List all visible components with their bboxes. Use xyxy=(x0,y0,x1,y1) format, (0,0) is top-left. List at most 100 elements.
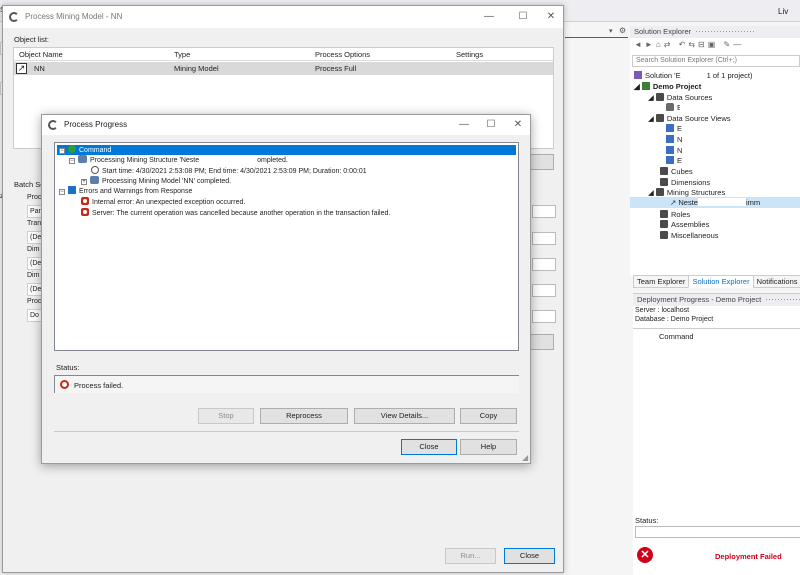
deployment-log[interactable]: Command xyxy=(633,328,800,516)
gear-icon[interactable]: ⚙ xyxy=(619,26,626,35)
batch-field-right[interactable] xyxy=(532,284,556,297)
progress-dialog-titlebar[interactable]: Process Progress — ☐ ✕ xyxy=(42,115,530,135)
show-all-icon[interactable]: ▣ xyxy=(708,40,719,49)
dropdown-icon[interactable]: ▾ xyxy=(609,27,613,35)
folder-icon xyxy=(660,178,668,186)
log-row-errors-header[interactable]: − Errors and Warnings from Response xyxy=(59,186,192,196)
close-button[interactable]: Close xyxy=(504,548,555,564)
batch-field-right[interactable] xyxy=(532,310,556,323)
process-failed-icon xyxy=(60,380,69,389)
dsv-icon xyxy=(666,146,674,154)
stop-button[interactable]: Stop xyxy=(198,408,254,424)
solution-search-input[interactable]: Search Solution Explorer (Ctrl+;) xyxy=(632,55,800,67)
column-object-name[interactable]: Object Name xyxy=(19,48,63,61)
clock-icon xyxy=(91,166,99,174)
redaction-block xyxy=(199,155,258,163)
tree-miscellaneous[interactable]: Miscellaneous xyxy=(660,230,719,241)
resize-grip-icon[interactable]: ◢ xyxy=(522,453,528,462)
tree-dsv-item-label: N xyxy=(677,146,683,155)
tree-mining-structures-label: Mining Structures xyxy=(666,188,726,197)
column-settings[interactable]: Settings xyxy=(456,48,483,61)
collapse-icon[interactable]: − xyxy=(59,148,65,154)
tab-solution-explorer[interactable]: Solution Explorer xyxy=(688,275,754,288)
log-row-error[interactable]: Internal error: An unexpected exception … xyxy=(81,197,245,207)
properties-icon[interactable]: ✎ xyxy=(724,40,734,49)
error-icon: ✕ xyxy=(637,547,653,563)
tab-team-explorer[interactable]: Team Explorer xyxy=(633,275,690,288)
batch-item: Dim xyxy=(27,246,40,253)
run-button[interactable]: Run... xyxy=(445,548,496,564)
reprocess-button[interactable]: Reprocess xyxy=(260,408,348,424)
tree-mining-structure-item[interactable]: ↗ Neste imm xyxy=(630,197,800,208)
error-icon xyxy=(81,208,89,216)
tree-dsv-item[interactable]: N xyxy=(666,134,682,145)
folder-icon xyxy=(655,188,664,196)
home-icon[interactable]: ⌂ xyxy=(656,40,664,49)
minimize-button[interactable]: — xyxy=(456,117,472,133)
dsv-icon xyxy=(666,124,674,132)
view-details-button[interactable]: View Details... xyxy=(354,408,455,424)
log-row-times[interactable]: Start time: 4/30/2021 2:53:08 PM; End ti… xyxy=(91,166,367,176)
tree-dsv-item[interactable]: E xyxy=(666,155,682,166)
change-settings-button[interactable] xyxy=(530,334,554,350)
tree-assemblies[interactable]: Assemblies xyxy=(660,219,709,230)
batch-field-right[interactable] xyxy=(532,205,556,218)
warnings-icon xyxy=(68,186,76,194)
solution-explorer-title: Solution Explorer xyxy=(630,26,800,38)
sync-icon[interactable]: ⇄ xyxy=(664,40,674,49)
minimize-button[interactable]: — xyxy=(481,9,497,25)
tree-mining-structure-suffix: imm xyxy=(745,198,761,207)
tree-miscellaneous-label: Miscellaneous xyxy=(671,231,719,240)
collapse-icon[interactable]: − xyxy=(69,158,75,164)
help-button[interactable]: Help xyxy=(460,439,517,455)
mining-window-titlebar[interactable]: Process Mining Model - NN — ☐ ✕ xyxy=(3,6,563,28)
refresh-icon[interactable]: ⇆ xyxy=(688,40,698,49)
tree-project[interactable]: ◢ Demo Project xyxy=(634,81,701,92)
forward-icon[interactable]: ► xyxy=(645,40,656,49)
log-row-structure[interactable]: − Processing Mining Structure 'Neste omple… xyxy=(69,155,288,165)
batch-settings-label: Batch Se xyxy=(14,180,45,189)
column-type[interactable]: Type xyxy=(174,48,190,61)
close-window-button[interactable]: ✕ xyxy=(543,9,559,25)
tree-solution[interactable]: Solution 'E 1 of 1 project) xyxy=(634,70,752,81)
close-window-button[interactable]: ✕ xyxy=(510,117,526,133)
batch-field-right[interactable] xyxy=(532,258,556,271)
process-progress-dialog: Process Progress — ☐ ✕ − Command − Process… xyxy=(41,114,531,464)
back-icon[interactable]: ◄ xyxy=(634,40,645,49)
batch-field-right[interactable] xyxy=(532,232,556,245)
tree-dsv-item-label: E xyxy=(677,124,683,133)
collapse-icon[interactable]: ⊟ xyxy=(698,40,708,49)
column-process-options[interactable]: Process Options xyxy=(315,48,370,61)
row-process-options[interactable]: Process Full xyxy=(315,62,356,75)
maximize-button[interactable]: ☐ xyxy=(515,9,531,25)
impact-analysis-button[interactable] xyxy=(530,154,554,170)
log-times-text: Start time: 4/30/2021 2:53:08 PM; End ti… xyxy=(102,168,367,175)
data-source-icon xyxy=(666,103,674,111)
tree-cubes-label: Cubes xyxy=(671,167,693,176)
solution-icon xyxy=(634,71,642,79)
progress-status-text: Process failed. xyxy=(74,381,124,390)
collapse-icon[interactable]: − xyxy=(59,189,65,195)
table-row[interactable]: ↗ NN Mining Model Process Full xyxy=(14,62,553,75)
live-share-label[interactable]: Liv xyxy=(778,7,788,16)
batch-item: Dim xyxy=(27,272,40,279)
log-errors-header-text: Errors and Warnings from Response xyxy=(79,188,193,195)
pin-icon[interactable]: — xyxy=(733,40,744,49)
tree-dsv-item[interactable]: E xyxy=(666,123,682,134)
expand-icon[interactable]: + xyxy=(81,179,87,185)
log-row-command[interactable]: − Command xyxy=(57,145,516,155)
progress-log-tree[interactable]: − Command − Processing Mining Structure 'N… xyxy=(54,142,519,351)
tab-notifications[interactable]: Notifications xyxy=(752,275,800,288)
tree-dsv-item-label: E xyxy=(677,156,683,165)
copy-button[interactable]: Copy xyxy=(460,408,517,424)
log-row-error[interactable]: Server: The current operation was cancel… xyxy=(81,208,390,218)
history-icon[interactable]: ↶ xyxy=(679,40,689,49)
log-row-model[interactable]: + Processing Mining Model 'NN' completed. xyxy=(81,176,231,186)
maximize-button[interactable]: ☐ xyxy=(483,117,499,133)
close-dialog-button[interactable]: Close xyxy=(401,439,457,455)
deployment-status-box xyxy=(635,526,800,538)
progress-status-box: Process failed. xyxy=(54,375,519,393)
dsv-icon xyxy=(666,135,674,143)
tree-cubes[interactable]: Cubes xyxy=(660,166,693,177)
tool-window-tabs: Team Explorer Solution Explorer Notifica… xyxy=(633,275,800,288)
